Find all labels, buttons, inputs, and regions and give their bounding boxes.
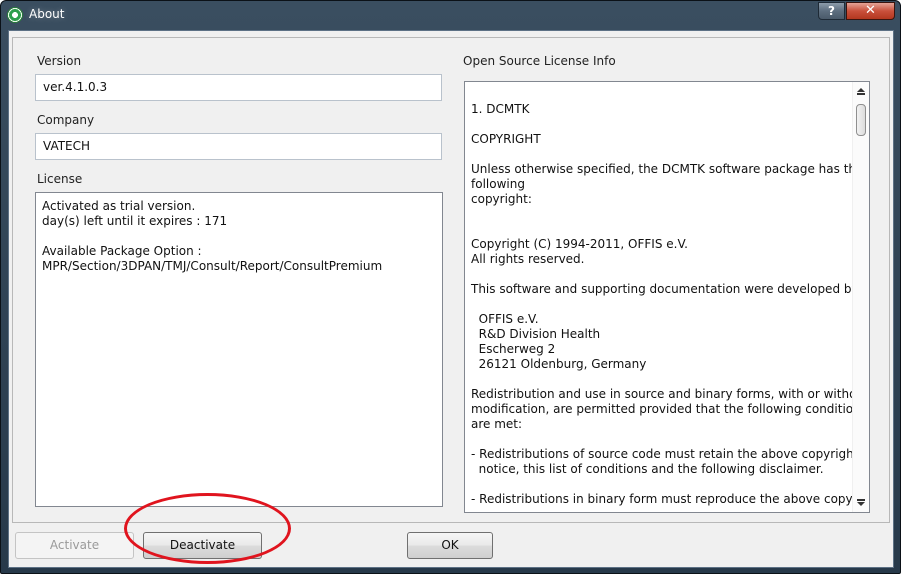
about-window: About ? ✕ Version ver.4.1.0.3 Company VA… — [0, 0, 901, 574]
version-field[interactable]: ver.4.1.0.3 — [35, 74, 442, 101]
oss-line: Redistribution and use in source and bin… — [471, 387, 869, 401]
oss-line: R&D Division Health — [471, 327, 601, 341]
oss-line: All rights reserved. — [471, 252, 585, 266]
license-line — [42, 229, 436, 244]
version-label: Version — [37, 54, 82, 68]
activate-button[interactable]: Activate — [15, 532, 134, 559]
oss-line: This software and supporting documentati… — [471, 282, 859, 296]
oss-line: 26121 Oldenburg, Germany — [471, 357, 647, 371]
oss-license-content: 1. DCMTK COPYRIGHT Unless otherwise spec… — [471, 102, 870, 507]
oss-line: Escherweg 2 — [471, 342, 556, 356]
oss-line: COPYRIGHT — [471, 132, 541, 146]
license-line: Activated as trial version. — [42, 199, 196, 213]
help-button[interactable]: ? — [818, 2, 845, 20]
oss-line: - Redistributions of source code must re… — [471, 447, 859, 461]
license-line: MPR/Section/3DPAN/TMJ/Consult/Report/Con… — [42, 259, 383, 273]
oss-line: Unless otherwise specified, the DCMTK so… — [471, 162, 864, 176]
license-text-area[interactable]: Activated as trial version. day(s) left … — [35, 192, 443, 507]
window-title: About — [29, 7, 65, 21]
scroll-up-arrow-icon[interactable] — [857, 88, 865, 92]
oss-line: OFFIS e.V. — [471, 312, 539, 326]
company-label: Company — [37, 113, 95, 127]
app-logo-icon — [7, 7, 23, 23]
oss-line: notice, this list of conditions and the … — [471, 462, 824, 476]
oss-license-text-area[interactable]: 1. DCMTK COPYRIGHT Unless otherwise spec… — [464, 81, 870, 513]
info-panel: Version ver.4.1.0.3 Company VATECH Licen… — [12, 37, 890, 523]
oss-line — [471, 432, 847, 447]
oss-line: 1. DCMTK — [471, 102, 530, 116]
company-field[interactable]: VATECH — [35, 133, 442, 160]
license-line: day(s) left until it expires : 171 — [42, 214, 228, 228]
oss-line: - Redistributions in binary form must re… — [471, 492, 870, 506]
oss-line — [471, 297, 847, 312]
deactivate-button[interactable]: Deactivate — [143, 532, 262, 559]
oss-line — [471, 267, 847, 282]
dialog-client-area: Version ver.4.1.0.3 Company VATECH Licen… — [8, 30, 894, 568]
oss-line: are met: — [471, 417, 523, 431]
ok-button[interactable]: OK — [407, 532, 493, 559]
scroll-down-arrow-icon[interactable] — [857, 502, 865, 506]
scroll-down-bar-icon — [857, 499, 865, 501]
oss-line — [471, 477, 847, 492]
oss-line: following — [471, 177, 525, 191]
oss-line — [471, 372, 847, 387]
title-bar[interactable]: About ? ✕ — [1, 1, 900, 31]
oss-line: Copyright (C) 1994-2011, OFFIS e.V. — [471, 237, 688, 251]
oss-line — [471, 207, 847, 222]
license-line: Available Package Option : — [42, 244, 202, 258]
scroll-thumb[interactable] — [856, 104, 866, 136]
close-button[interactable]: ✕ — [846, 2, 895, 20]
oss-line — [471, 222, 847, 237]
scroll-up-bar-icon — [857, 93, 865, 95]
oss-label: Open Source License Info — [463, 54, 616, 68]
oss-line — [471, 147, 847, 162]
oss-scrollbar[interactable] — [852, 82, 869, 512]
oss-line: copyright: — [471, 192, 532, 206]
license-label: License — [37, 172, 83, 186]
oss-line: modification, are permitted provided tha… — [471, 402, 867, 416]
oss-line — [471, 117, 847, 132]
